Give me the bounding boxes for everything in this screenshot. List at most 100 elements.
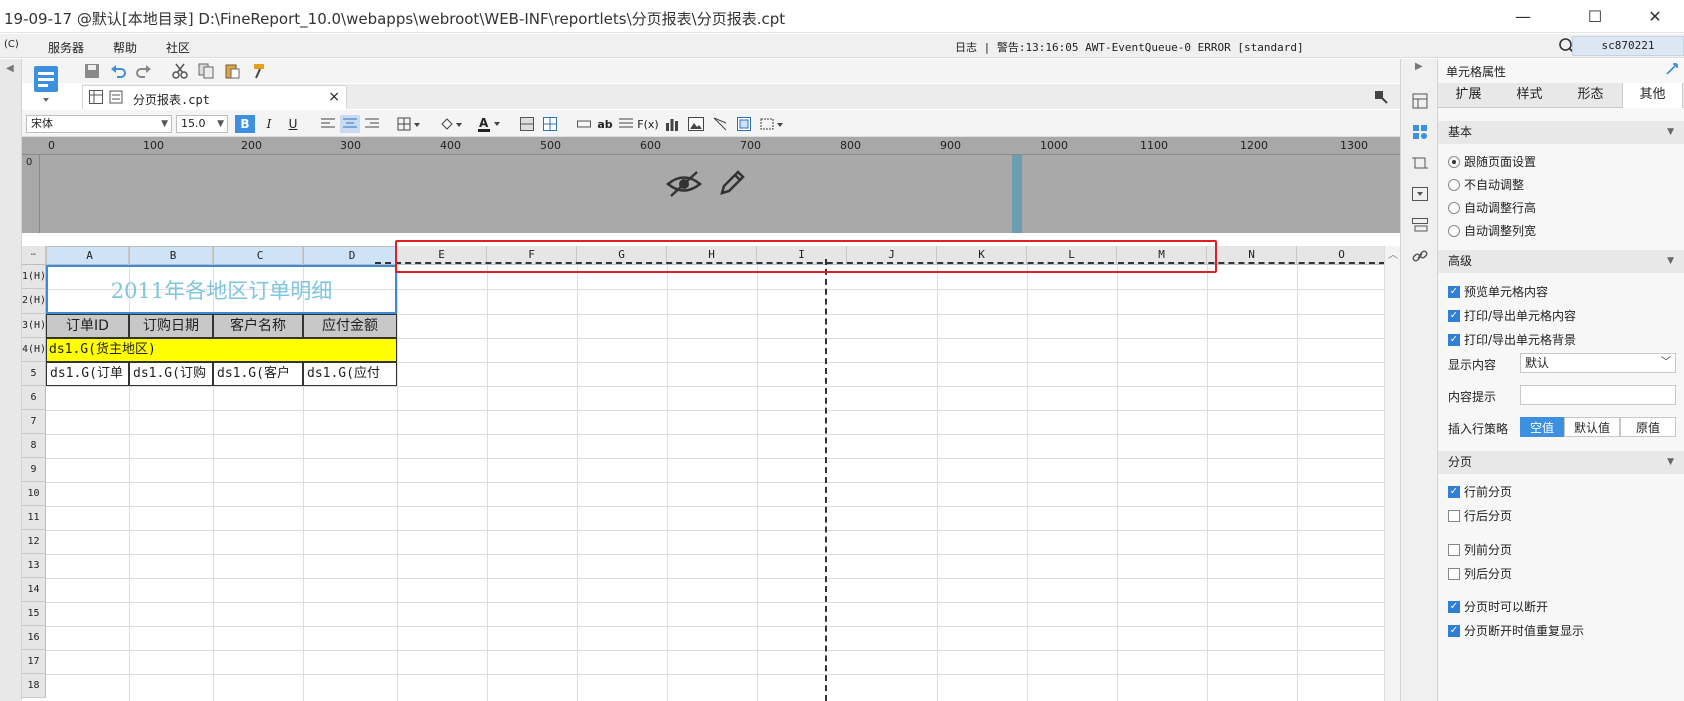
section-basic[interactable]: 基本 ▼ — [1438, 121, 1684, 144]
tab-shape[interactable]: 形态 — [1560, 83, 1621, 108]
text-icon[interactable]: ab — [595, 115, 615, 133]
check-break-before-row[interactable]: ✓ 行前分页 — [1448, 483, 1512, 500]
cell-attr-icon[interactable] — [1410, 122, 1430, 142]
pin-icon[interactable] — [1666, 63, 1678, 78]
data-cell-order-date[interactable]: ds1.G(订购 — [129, 362, 213, 386]
section-paging[interactable]: 分页 ▼ — [1438, 451, 1684, 474]
check-repeat-on-split[interactable]: ✓ 分页断开时值重复显示 — [1448, 622, 1584, 639]
insert-policy-original[interactable]: 原值 — [1620, 417, 1676, 437]
close-button[interactable]: ✕ — [1632, 0, 1678, 33]
check-break-before-col[interactable]: 列前分页 — [1448, 541, 1512, 558]
merge-icon[interactable] — [517, 115, 537, 133]
edit-pencil-icon[interactable] — [716, 167, 748, 202]
row-header-1[interactable]: 1(H) — [22, 265, 46, 289]
image-icon[interactable] — [686, 115, 706, 133]
row-header-7[interactable]: 7 — [22, 410, 46, 434]
tab-style[interactable]: 样式 — [1499, 83, 1560, 108]
row-header-3[interactable]: 3(H) — [22, 314, 46, 338]
spreadsheet-grid[interactable]: ⋯ A B C D E F G H I J K L M N O 1(H) 2(H… — [22, 246, 1400, 701]
redo-icon[interactable] — [134, 61, 154, 81]
vertical-scrollbar[interactable]: ︿ — [1384, 246, 1400, 701]
check-break-after-row[interactable]: 行后分页 — [1448, 507, 1512, 524]
slash-icon[interactable] — [710, 115, 730, 133]
check-print-background[interactable]: ✓ 打印/导出单元格背景 — [1448, 331, 1576, 348]
data-cell-order-id[interactable]: ds1.G(订单 — [46, 362, 129, 386]
left-collapse-strip[interactable]: ◀ — [0, 59, 22, 701]
row-header-13[interactable]: 13 — [22, 554, 46, 578]
row-header-12[interactable]: 12 — [22, 530, 46, 554]
align-left-icon[interactable] — [318, 115, 338, 133]
column-header-b[interactable]: B — [129, 246, 213, 265]
save-icon[interactable] — [82, 61, 102, 81]
check-preview-content[interactable]: ✓ 预览单元格内容 — [1448, 283, 1548, 300]
status-log[interactable]: 日志 | 警告:13:16:05 AWT-EventQueue-0 ERROR … — [955, 39, 1304, 55]
title-cell[interactable]: 2011年各地区订单明细 — [46, 265, 397, 314]
format-painter-icon[interactable] — [250, 61, 270, 81]
widget-icon[interactable] — [757, 115, 787, 133]
header-cell-order-id[interactable]: 订单ID — [46, 314, 129, 338]
brush-icon[interactable] — [1374, 90, 1388, 107]
column-header-a[interactable]: A — [46, 246, 129, 265]
data-cell-customer[interactable]: ds1.G(客户 — [213, 362, 303, 386]
insert-row-icon[interactable] — [574, 115, 594, 133]
fill-color-icon[interactable] — [436, 115, 466, 133]
radio-no-adjust[interactable]: 不自动调整 — [1448, 176, 1524, 193]
select-all-corner[interactable]: ⋯ — [22, 246, 46, 265]
check-break-after-col[interactable]: 列后分页 — [1448, 565, 1512, 582]
italic-button[interactable]: I — [259, 115, 279, 133]
paragraph-icon[interactable] — [616, 115, 636, 133]
check-can-split[interactable]: ✓ 分页时可以断开 — [1448, 598, 1548, 615]
header-cell-order-date[interactable]: 订购日期 — [129, 314, 213, 338]
radio-auto-col-width[interactable]: 自动调整列宽 — [1448, 222, 1536, 239]
underline-button[interactable]: U — [283, 115, 303, 133]
tab-other[interactable]: 其他 — [1622, 83, 1683, 108]
insert-policy-empty[interactable]: 空值 — [1520, 417, 1564, 437]
group-cell-region[interactable]: ds1.G(货主地区) — [46, 338, 397, 362]
row-header-10[interactable]: 10 — [22, 482, 46, 506]
copy-icon[interactable] — [196, 61, 216, 81]
collapse-panel-icon[interactable]: ▶ — [1415, 61, 1423, 72]
widget-panel-icon[interactable] — [1410, 184, 1430, 204]
close-tab-icon[interactable]: × — [328, 89, 340, 105]
row-header-16[interactable]: 16 — [22, 626, 46, 650]
hide-eye-icon[interactable] — [666, 169, 702, 202]
row-header-2[interactable]: 2(H) — [22, 289, 46, 314]
check-print-content[interactable]: ✓ 打印/导出单元格内容 — [1448, 307, 1576, 324]
row-header-17[interactable]: 17 — [22, 650, 46, 674]
collapse-left-icon[interactable]: ◀ — [6, 63, 14, 74]
radio-follow-page[interactable]: 跟随页面设置 — [1448, 153, 1536, 170]
tab-expand[interactable]: 扩展 — [1438, 83, 1499, 108]
content-tip-input[interactable] — [1520, 385, 1676, 405]
font-size-select[interactable]: 15.0 ▼ — [176, 115, 228, 133]
header-cell-customer[interactable]: 客户名称 — [213, 314, 303, 338]
tab-file[interactable]: 分页报表.cpt × — [82, 85, 347, 109]
menu-server[interactable]: 服务器 — [48, 39, 84, 56]
cut-icon[interactable] — [170, 61, 190, 81]
row-header-18[interactable]: 18 — [22, 674, 46, 698]
column-header-c[interactable]: C — [213, 246, 303, 265]
row-header-11[interactable]: 11 — [22, 506, 46, 530]
section-advanced[interactable]: 高级 ▼ — [1438, 250, 1684, 273]
page-header-area[interactable] — [40, 155, 1400, 233]
row-header-15[interactable]: 15 — [22, 602, 46, 626]
formula-icon[interactable]: F(x) — [637, 115, 658, 133]
paste-icon[interactable] — [222, 61, 242, 81]
scroll-up-icon[interactable]: ︿ — [1388, 246, 1398, 261]
row-header-14[interactable]: 14 — [22, 578, 46, 602]
header-cell-amount[interactable]: 应付金额 — [303, 314, 397, 338]
user-account-button[interactable]: sc870221 — [1572, 36, 1684, 56]
subreport-icon[interactable] — [734, 115, 754, 133]
condition-icon[interactable] — [1410, 215, 1430, 235]
crop-icon[interactable] — [1410, 153, 1430, 173]
maximize-button[interactable]: ☐ — [1572, 0, 1618, 33]
undo-icon[interactable] — [108, 61, 128, 81]
insert-policy-default[interactable]: 默认值 — [1564, 417, 1620, 437]
row-header-5[interactable]: 5 — [22, 362, 46, 386]
bold-button[interactable]: B — [235, 115, 255, 133]
row-header-6[interactable]: 6 — [22, 386, 46, 410]
chart-icon[interactable] — [662, 115, 682, 133]
font-color-icon[interactable]: A — [474, 115, 504, 133]
menu-community[interactable]: 社区 — [166, 39, 190, 56]
layout-icon[interactable] — [1410, 91, 1430, 111]
radio-auto-row-height[interactable]: 自动调整行高 — [1448, 199, 1536, 216]
